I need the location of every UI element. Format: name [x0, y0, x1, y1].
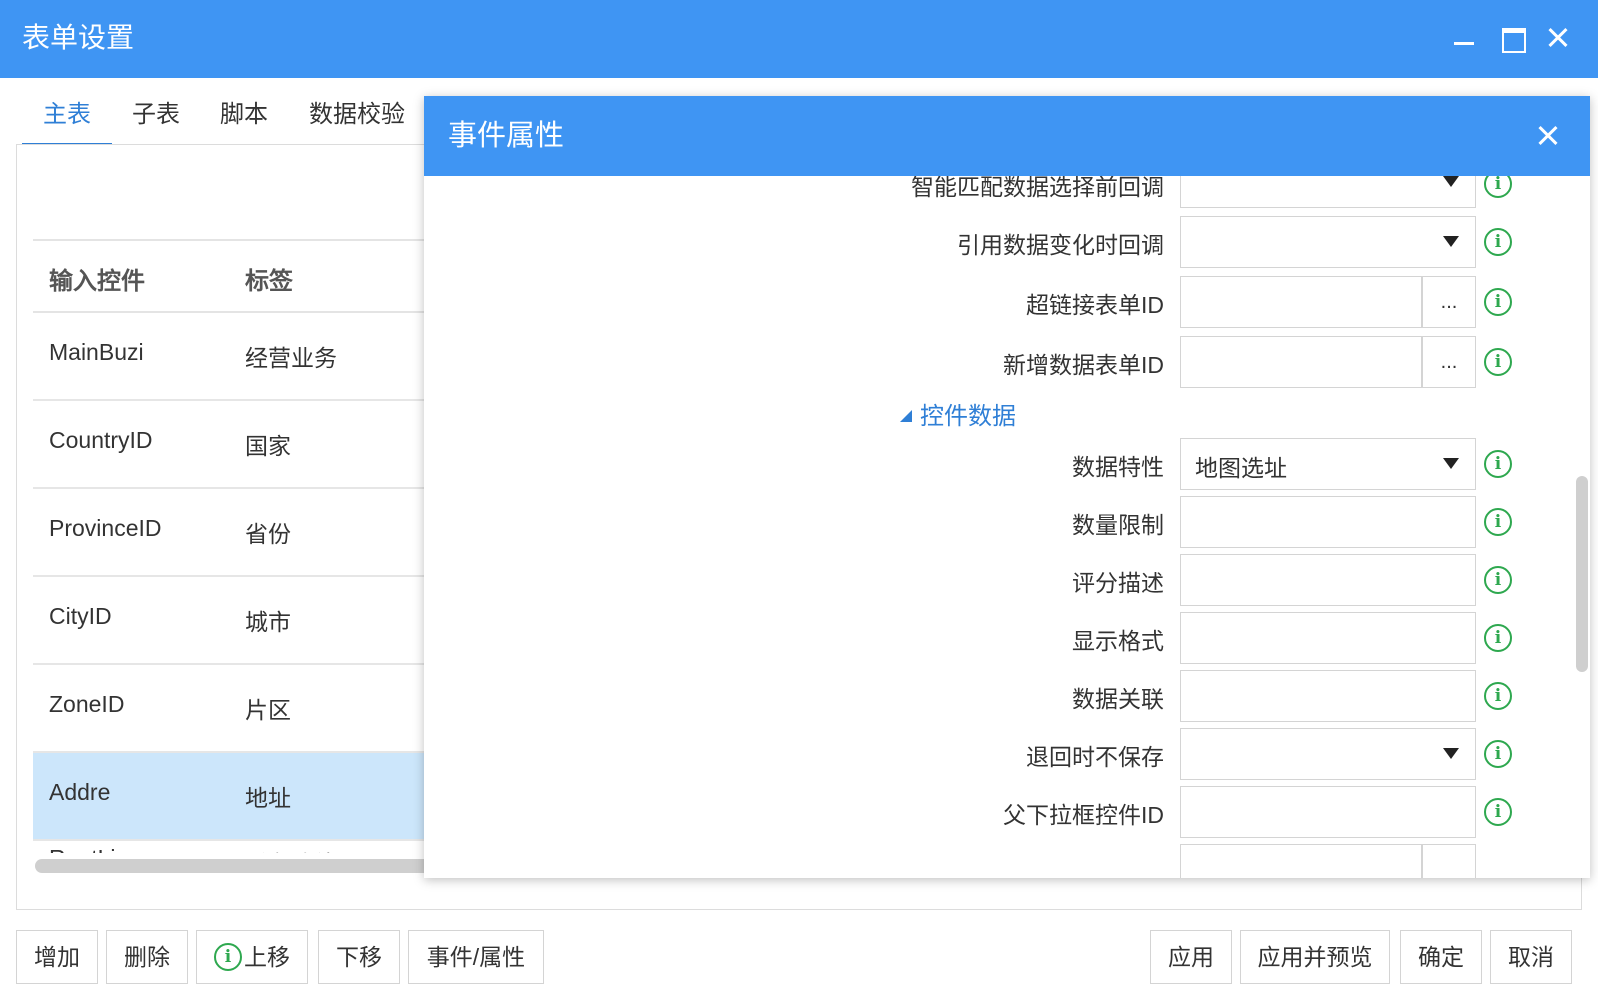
- add-button[interactable]: 增加: [16, 930, 98, 984]
- section-control-data[interactable]: 控件数据: [900, 396, 1016, 431]
- cancel-button[interactable]: 取消: [1490, 930, 1572, 984]
- info-icon[interactable]: i: [1484, 176, 1512, 198]
- prop-label: 显示格式: [1072, 628, 1164, 654]
- event-properties-dialog: 事件属性 智能匹配数据选择前回调 i 引用数据变化时回调 i 超链接表单ID .…: [424, 96, 1590, 878]
- dialog-close-icon[interactable]: [1530, 118, 1566, 154]
- cell-control: CityID: [49, 603, 112, 629]
- field-grid: 输入控件 标签 MainBuzi 经营业务 CountryID 国家 Provi…: [33, 239, 453, 853]
- info-icon: i: [214, 942, 242, 971]
- cell-label: 国家: [245, 433, 291, 459]
- table-row[interactable]: ZoneID 片区: [33, 665, 453, 753]
- cell-control: ZoneID: [49, 691, 125, 717]
- cell-label: 省份: [245, 521, 291, 547]
- quantity-limit-input[interactable]: [1180, 496, 1476, 548]
- table-row[interactable]: ProvinceID 省份: [33, 489, 453, 577]
- grid-header: 输入控件 标签: [33, 239, 453, 313]
- info-icon[interactable]: i: [1484, 798, 1512, 826]
- cell-control: RoutLine: [49, 845, 141, 853]
- table-row[interactable]: CityID 城市: [33, 577, 453, 665]
- no-save-on-return-select[interactable]: [1180, 728, 1476, 780]
- table-row[interactable]: RoutLine 乘车路线: [33, 841, 453, 853]
- prop-label: 数据关联: [1072, 686, 1164, 712]
- cell-label: 片区: [245, 697, 291, 723]
- maximize-icon[interactable]: [1494, 20, 1530, 56]
- info-icon[interactable]: i: [1484, 682, 1512, 710]
- tab-data-validation[interactable]: 数据校验: [302, 92, 412, 146]
- prop-label: 新增数据表单ID: [1003, 352, 1164, 378]
- info-icon[interactable]: i: [1484, 348, 1512, 376]
- hyperlink-form-id-input[interactable]: [1180, 276, 1422, 328]
- field-value: 地图选址: [1195, 455, 1287, 481]
- tab-script[interactable]: 脚本: [200, 92, 288, 146]
- parent-dropdown-id-input[interactable]: [1180, 786, 1476, 838]
- column-header-control: 输入控件: [49, 268, 145, 295]
- chevron-down-icon: [1443, 236, 1459, 247]
- table-row-selected[interactable]: Addre 地址: [33, 753, 453, 841]
- new-data-form-id-input[interactable]: [1180, 336, 1422, 388]
- dialog-body: 智能匹配数据选择前回调 i 引用数据变化时回调 i 超链接表单ID ... i …: [424, 176, 1590, 878]
- cell-control: CountryID: [49, 427, 153, 453]
- ok-button[interactable]: 确定: [1400, 930, 1482, 984]
- table-row[interactable]: CountryID 国家: [33, 401, 453, 489]
- cell-label: 经营业务: [245, 345, 337, 371]
- prop-label: 超链接表单ID: [1026, 292, 1164, 318]
- move-up-label: 上移: [244, 944, 290, 970]
- info-icon[interactable]: i: [1484, 508, 1512, 536]
- vertical-scrollbar[interactable]: [1576, 476, 1588, 672]
- prop-label: 数据特性: [1072, 454, 1164, 480]
- prop-label: 评分描述: [1072, 570, 1164, 596]
- next-field-browse-button[interactable]: [1422, 844, 1476, 878]
- chevron-down-icon: [1443, 176, 1459, 187]
- section-label: 控件数据: [920, 403, 1016, 430]
- cell-label: 地址: [245, 785, 291, 811]
- data-association-input[interactable]: [1180, 670, 1476, 722]
- info-icon[interactable]: i: [1484, 566, 1512, 594]
- dialog-header: 事件属性: [424, 96, 1590, 176]
- event-properties-button[interactable]: 事件/属性: [408, 930, 544, 984]
- delete-button[interactable]: 删除: [106, 930, 188, 984]
- tab-sub-table[interactable]: 子表: [112, 92, 200, 146]
- chevron-down-icon: [1443, 748, 1459, 759]
- prop-label: 数量限制: [1072, 512, 1164, 538]
- info-icon[interactable]: i: [1484, 740, 1512, 768]
- prop-label: 退回时不保存: [1026, 744, 1164, 770]
- cell-label: 乘车路线: [245, 845, 337, 853]
- next-field-input[interactable]: [1180, 844, 1422, 878]
- info-icon[interactable]: i: [1484, 228, 1512, 256]
- chevron-down-icon: [1443, 458, 1459, 469]
- rating-description-input[interactable]: [1180, 554, 1476, 606]
- info-icon[interactable]: i: [1484, 288, 1512, 316]
- collapse-triangle-icon: [900, 409, 912, 422]
- tab-main-table[interactable]: 主表: [22, 92, 112, 146]
- cell-control: ProvinceID: [49, 515, 162, 541]
- info-icon[interactable]: i: [1484, 450, 1512, 478]
- hyperlink-form-browse-button[interactable]: ...: [1422, 276, 1476, 328]
- data-feature-select[interactable]: 地图选址: [1180, 438, 1476, 490]
- prop-label: 父下拉框控件ID: [1003, 802, 1164, 828]
- move-down-button[interactable]: 下移: [318, 930, 400, 984]
- close-icon[interactable]: [1540, 20, 1576, 56]
- dialog-title: 事件属性: [448, 120, 565, 152]
- smart-match-callback-select[interactable]: [1180, 176, 1476, 208]
- table-row[interactable]: MainBuzi 经营业务: [33, 313, 453, 401]
- reference-change-callback-select[interactable]: [1180, 216, 1476, 268]
- display-format-input[interactable]: [1180, 612, 1476, 664]
- window-header: 表单设置: [0, 0, 1598, 78]
- new-data-form-browse-button[interactable]: ...: [1422, 336, 1476, 388]
- apply-preview-button[interactable]: 应用并预览: [1240, 930, 1390, 984]
- move-up-button[interactable]: i 上移: [196, 930, 308, 984]
- minimize-icon[interactable]: [1446, 20, 1482, 56]
- window-title: 表单设置: [22, 22, 135, 53]
- prop-label: 智能匹配数据选择前回调: [911, 176, 1164, 200]
- cell-control: Addre: [49, 779, 111, 805]
- prop-label: 引用数据变化时回调: [957, 232, 1164, 258]
- apply-button[interactable]: 应用: [1150, 930, 1232, 984]
- column-header-label: 标签: [245, 268, 293, 295]
- info-icon[interactable]: i: [1484, 624, 1512, 652]
- cell-label: 城市: [245, 609, 291, 635]
- cell-control: MainBuzi: [49, 339, 144, 365]
